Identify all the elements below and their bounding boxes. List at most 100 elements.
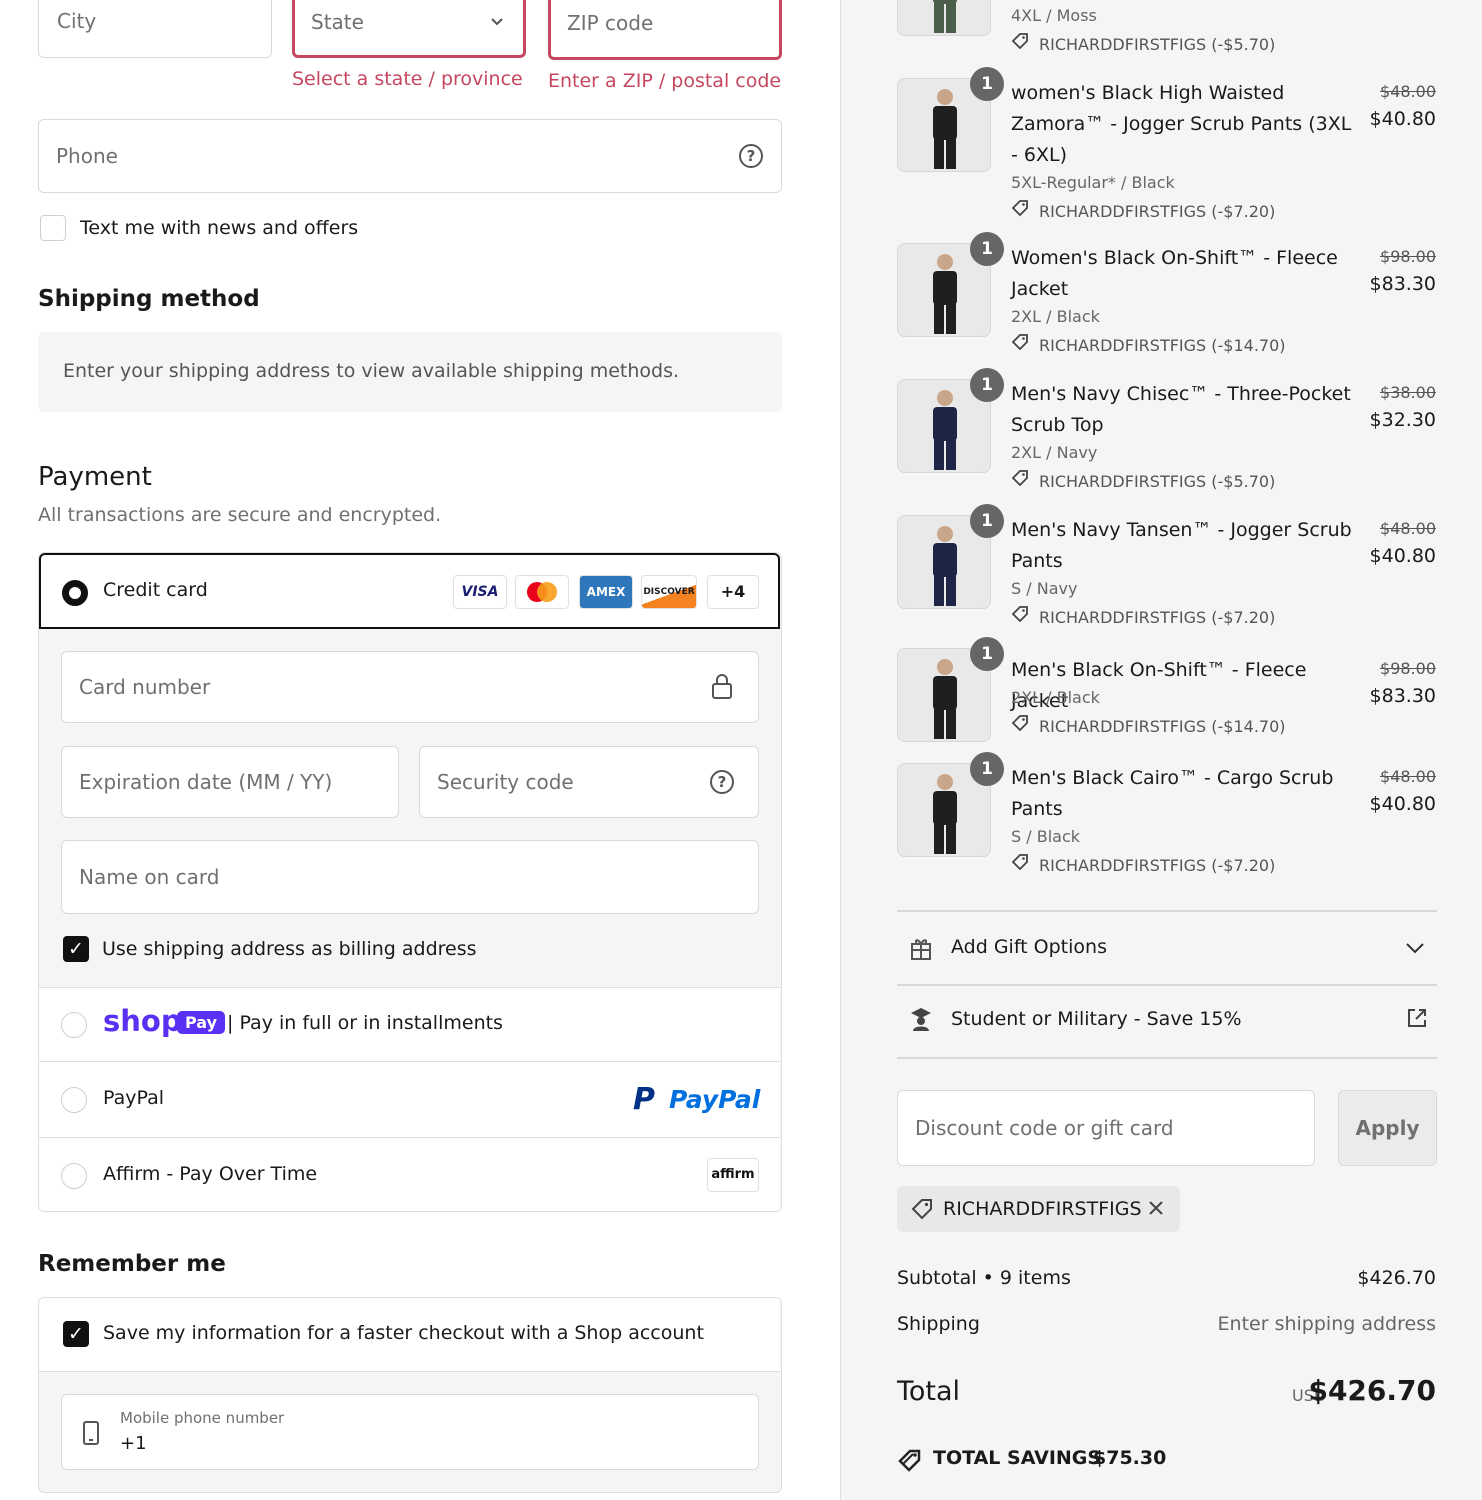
- discount-code-text: RICHARDDFIRSTFIGS (-$14.70): [1039, 717, 1286, 736]
- product-name: Women's Black On-Shift™ - Fleece Jacket: [1011, 247, 1338, 300]
- shop-pay-text: | Pay in full or in installments: [227, 1012, 503, 1034]
- credit-card-label: Credit card: [103, 579, 208, 601]
- paypal-logo-icon: P: [633, 1082, 655, 1117]
- savings-value: $75.30: [1093, 1447, 1167, 1469]
- card-number-placeholder: Card number: [79, 675, 211, 699]
- total-label: Total: [897, 1376, 961, 1407]
- shop-pay-option[interactable]: shop Pay | Pay in full or in installment…: [39, 987, 780, 1061]
- gift-options-row[interactable]: Add Gift Options: [897, 912, 1437, 984]
- product-variant: 2XL / Navy: [1011, 443, 1098, 462]
- credit-card-radio[interactable]: [62, 580, 88, 606]
- product-discount: RICHARDDFIRSTFIGS (-$7.20): [1011, 605, 1275, 627]
- save-info-label: Save my information for a faster checkou…: [103, 1322, 704, 1344]
- paypal-radio[interactable]: [61, 1087, 87, 1113]
- state-select[interactable]: State: [292, 0, 526, 58]
- name-on-card-field[interactable]: Name on card: [61, 840, 759, 914]
- chevron-down-icon: [1403, 936, 1427, 964]
- product-name: Men's Navy Chisec™ - Three-Pocket Scrub …: [1011, 383, 1351, 436]
- apply-button[interactable]: Apply: [1338, 1090, 1437, 1166]
- save-info-row: ✓ Save my information for a faster check…: [39, 1298, 780, 1372]
- savings-label: TOTAL SAVINGS: [933, 1447, 1102, 1469]
- shipping-notice: Enter your shipping address to view avai…: [63, 360, 680, 382]
- mobile-phone-field[interactable]: Mobile phone number +1: [61, 1394, 759, 1470]
- tag-icon: [911, 1198, 933, 1224]
- quantity-badge: 1: [970, 232, 1004, 266]
- discount-code-text: RICHARDDFIRSTFIGS (-$14.70): [1039, 336, 1286, 355]
- product-variant: 2XL / Black: [1011, 307, 1100, 326]
- product-thumbnail: [897, 0, 991, 36]
- subtotal-value: $426.70: [1357, 1267, 1436, 1289]
- affirm-option[interactable]: Affirm - Pay Over Time affirm: [39, 1137, 780, 1211]
- sale-price: $32.30: [1369, 409, 1436, 431]
- help-icon[interactable]: ?: [739, 144, 763, 168]
- more-brands: +4: [707, 575, 759, 609]
- applied-code-chip: RICHARDDFIRSTFIGS: [897, 1186, 1180, 1232]
- credit-card-option[interactable]: Credit card VISA AMEX DISCOVER +4: [39, 553, 780, 629]
- quantity-badge: 1: [970, 752, 1004, 786]
- product-name: Men's Navy Tansen™ - Jogger Scrub Pants: [1011, 519, 1352, 572]
- shipping-notice-box: Enter your shipping address to view avai…: [38, 332, 782, 412]
- affirm-label: Affirm - Pay Over Time: [103, 1163, 318, 1185]
- sms-label: Text me with news and offers: [80, 217, 359, 239]
- quantity-badge: 1: [970, 67, 1004, 101]
- product-name: Men's Black Cairo™ - Cargo Scrub Pants: [1011, 767, 1334, 820]
- zip-error: Enter a ZIP / postal code: [548, 70, 782, 92]
- original-price: $48.00: [1380, 767, 1436, 786]
- paypal-label: PayPal: [103, 1087, 165, 1109]
- tag-icon: [1011, 199, 1029, 221]
- product-discount: RICHARDDFIRSTFIGS (-$14.70): [1011, 333, 1286, 355]
- product-discount: RICHARDDFIRSTFIGS (-$7.20): [1011, 853, 1275, 875]
- city-field[interactable]: City: [38, 0, 272, 58]
- product-discount: RICHARDDFIRSTFIGS (-$5.70): [1011, 32, 1275, 54]
- shop-pay-badge: Pay: [177, 1011, 226, 1034]
- mobile-prefix: +1: [120, 1433, 147, 1454]
- security-code-field[interactable]: Security code ?: [419, 746, 759, 818]
- shop-pay-radio[interactable]: [61, 1012, 87, 1038]
- quantity-badge: 1: [970, 504, 1004, 538]
- name-placeholder: Name on card: [79, 865, 220, 889]
- phone-field[interactable]: Phone ?: [38, 119, 782, 193]
- original-price: $98.00: [1380, 247, 1436, 266]
- original-price: $38.00: [1380, 383, 1436, 402]
- payment-options: Credit card VISA AMEX DISCOVER +4 Card n…: [38, 552, 782, 1212]
- expiry-field[interactable]: Expiration date (MM / YY): [61, 746, 399, 818]
- tag-icon: [1011, 333, 1029, 355]
- discount-input[interactable]: Discount code or gift card: [897, 1090, 1315, 1166]
- discount-code-text: RICHARDDFIRSTFIGS (-$7.20): [1039, 856, 1276, 875]
- save-info-checkbox[interactable]: ✓: [63, 1321, 89, 1347]
- product-variant: S / Black: [1011, 827, 1081, 846]
- zip-field[interactable]: ZIP code: [548, 0, 782, 60]
- card-number-field[interactable]: Card number: [61, 651, 759, 723]
- zip-placeholder: ZIP code: [567, 11, 654, 35]
- gift-icon: [909, 935, 933, 965]
- billing-same-checkbox[interactable]: ✓: [63, 936, 89, 962]
- product-discount: RICHARDDFIRSTFIGS (-$7.20): [1011, 199, 1275, 221]
- gift-options-label: Add Gift Options: [951, 936, 1107, 958]
- payment-title: Payment: [38, 462, 152, 492]
- affirm-radio[interactable]: [61, 1163, 87, 1189]
- student-military-row[interactable]: Student or Military - Save 15%: [897, 986, 1437, 1056]
- original-price: $48.00: [1380, 519, 1436, 538]
- shipping-label: Shipping: [897, 1313, 980, 1335]
- state-error: Select a state / province: [292, 68, 523, 90]
- expiry-placeholder: Expiration date (MM / YY): [79, 770, 333, 794]
- tag-icon: [1011, 32, 1029, 54]
- mastercard-icon: [515, 575, 569, 609]
- help-icon[interactable]: ?: [710, 770, 734, 794]
- sms-checkbox[interactable]: [40, 215, 66, 241]
- amex-icon: AMEX: [579, 575, 633, 609]
- sale-price: $40.80: [1369, 793, 1436, 815]
- product-discount: RICHARDDFIRSTFIGS (-$14.70): [1011, 714, 1286, 736]
- paypal-logo: PayPal: [669, 1085, 761, 1114]
- close-icon[interactable]: [1147, 1199, 1165, 1221]
- paypal-option[interactable]: PayPal P PayPal: [39, 1061, 780, 1137]
- remember-box: ✓ Save my information for a faster check…: [38, 1297, 782, 1493]
- student-military-label: Student or Military - Save 15%: [951, 1008, 1242, 1030]
- security-placeholder: Security code: [437, 770, 574, 794]
- discount-code-text: RICHARDDFIRSTFIGS (-$7.20): [1039, 202, 1276, 221]
- sale-price: $83.30: [1369, 273, 1436, 295]
- savings-icon: [897, 1447, 923, 1477]
- visa-icon: VISA: [453, 575, 507, 609]
- discount-code-text: RICHARDDFIRSTFIGS (-$7.20): [1039, 608, 1276, 627]
- discount-placeholder: Discount code or gift card: [915, 1116, 1174, 1140]
